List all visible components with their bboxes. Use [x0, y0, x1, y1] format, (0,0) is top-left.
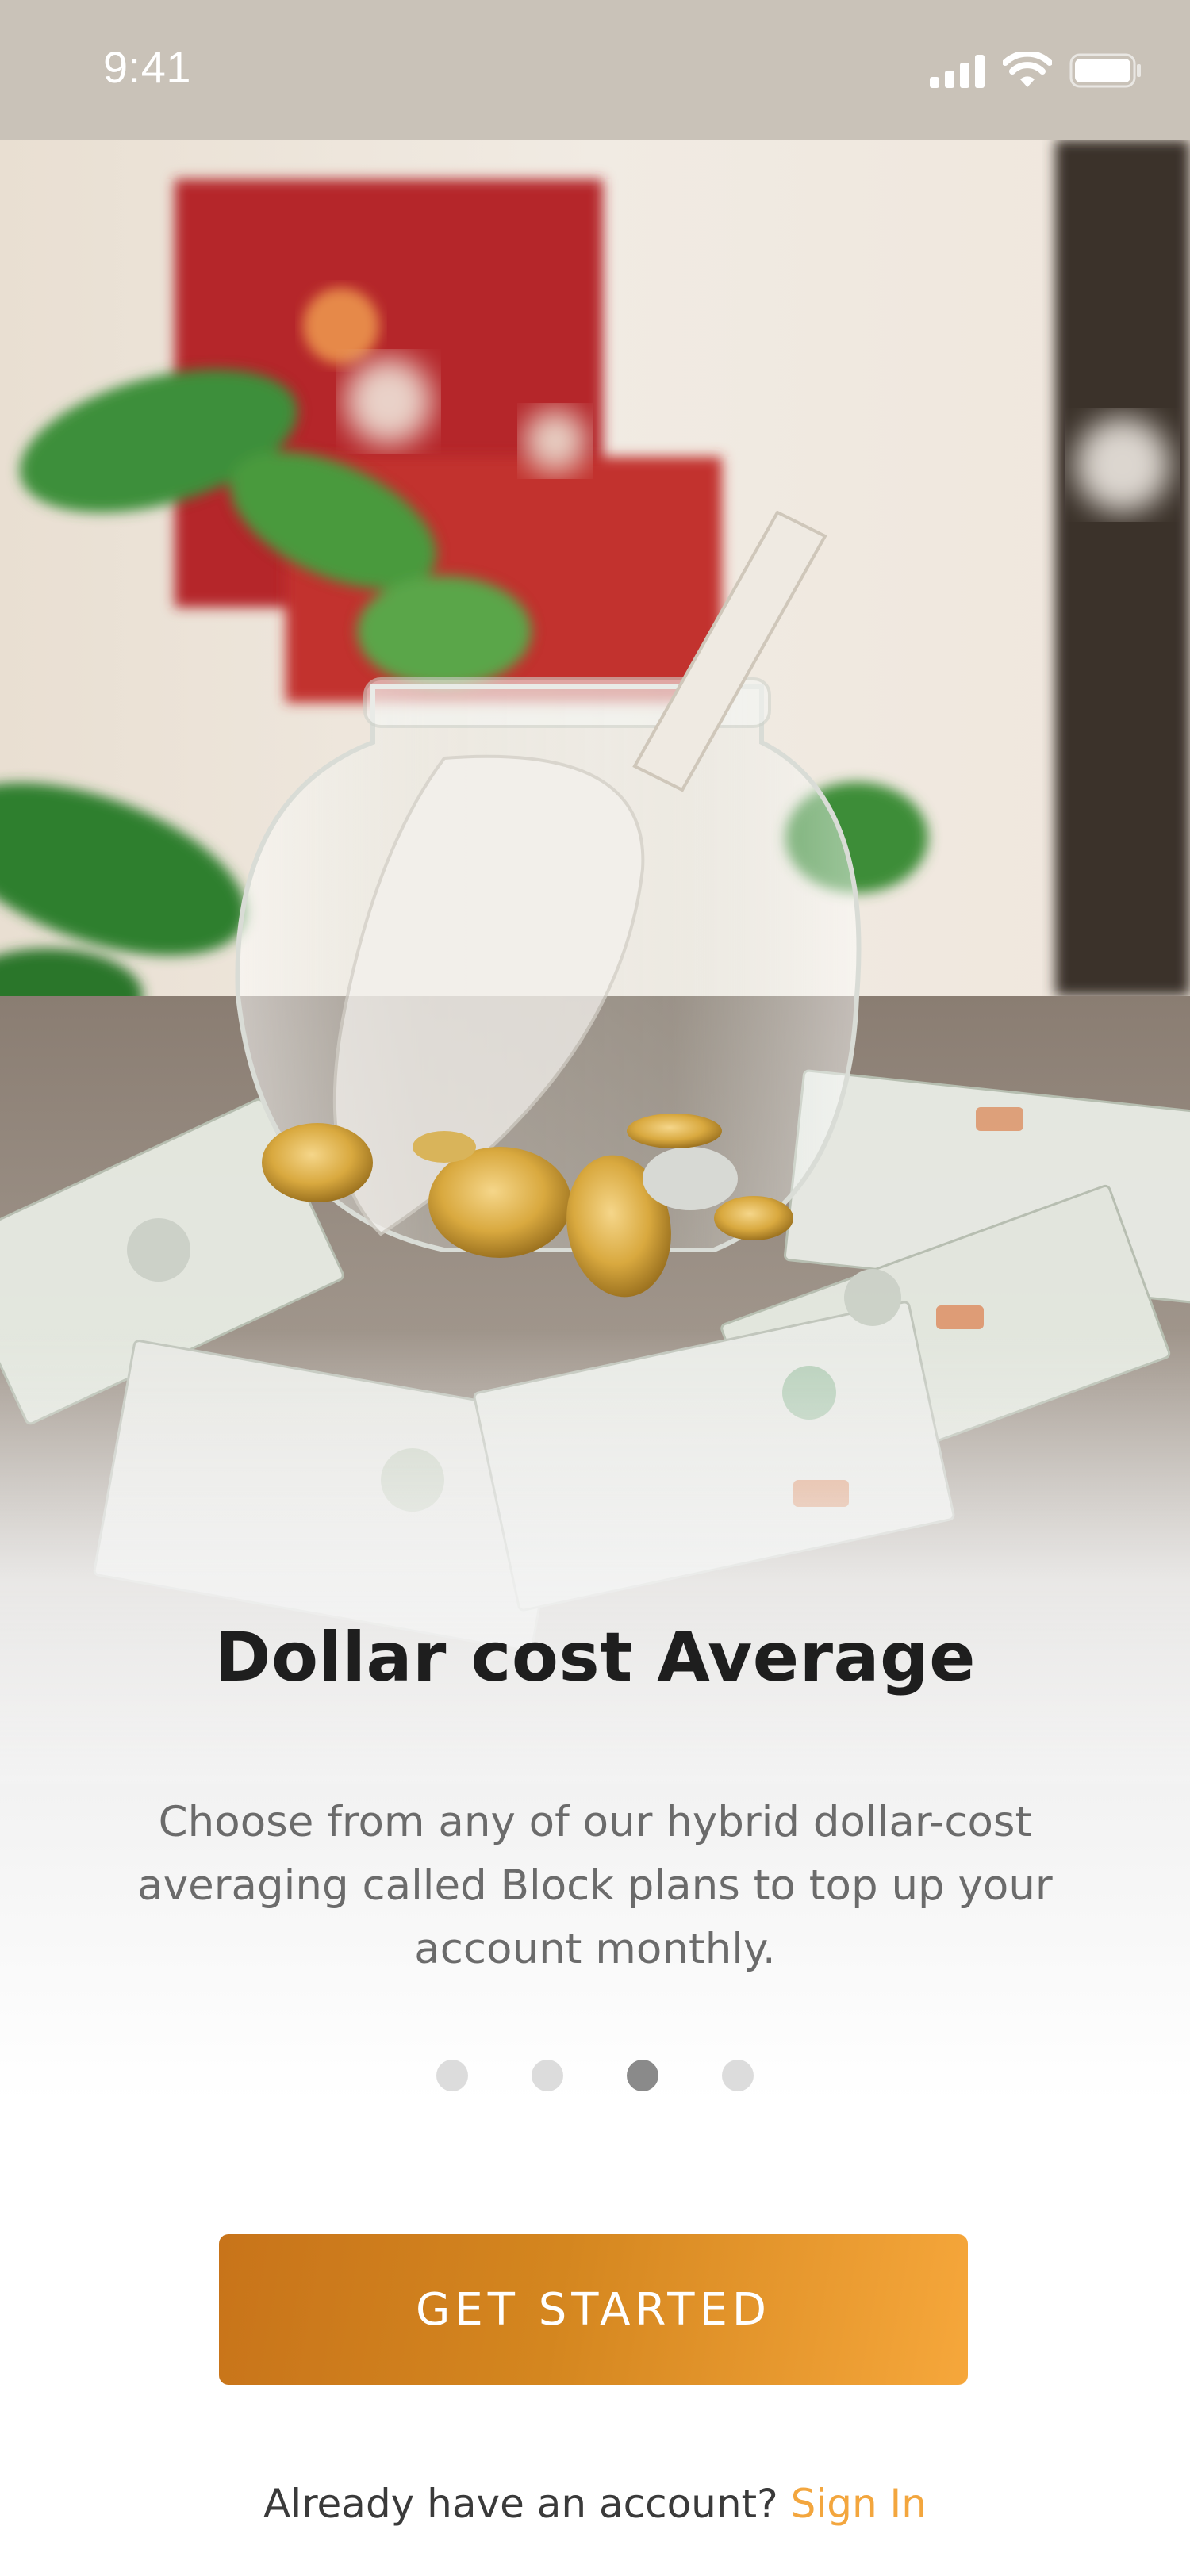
get-started-button[interactable]: GET STARTED — [219, 2234, 968, 2385]
hero-fade-overlay — [0, 1329, 1190, 1789]
wifi-icon — [1002, 50, 1053, 92]
page-dot-4[interactable] — [722, 2060, 754, 2091]
onboarding-title: Dollar cost Average — [214, 1618, 976, 1697]
onboarding-description: Choose from any of our hybrid dollar-cos… — [137, 1798, 1053, 1973]
page-dot-3-active[interactable] — [627, 2060, 658, 2091]
status-icons — [930, 50, 1142, 92]
status-bar: 9:41 — [0, 0, 1190, 140]
onboarding-screen: 9:41 Dollar cost Average Choose from any… — [0, 0, 1190, 2576]
battery-icon — [1069, 52, 1142, 92]
status-time: 9:41 — [103, 42, 191, 92]
page-dot-2[interactable] — [532, 2060, 563, 2091]
signal-icon — [930, 53, 985, 91]
sign-in-link[interactable]: Sign In — [791, 2481, 927, 2527]
page-dot-1[interactable] — [436, 2060, 468, 2091]
hero-image — [0, 140, 1190, 1789]
signin-prompt: Already have an account? — [263, 2481, 778, 2527]
page-indicator — [0, 2060, 1190, 2091]
signin-row: Already have an account? Sign In — [0, 2481, 1190, 2527]
